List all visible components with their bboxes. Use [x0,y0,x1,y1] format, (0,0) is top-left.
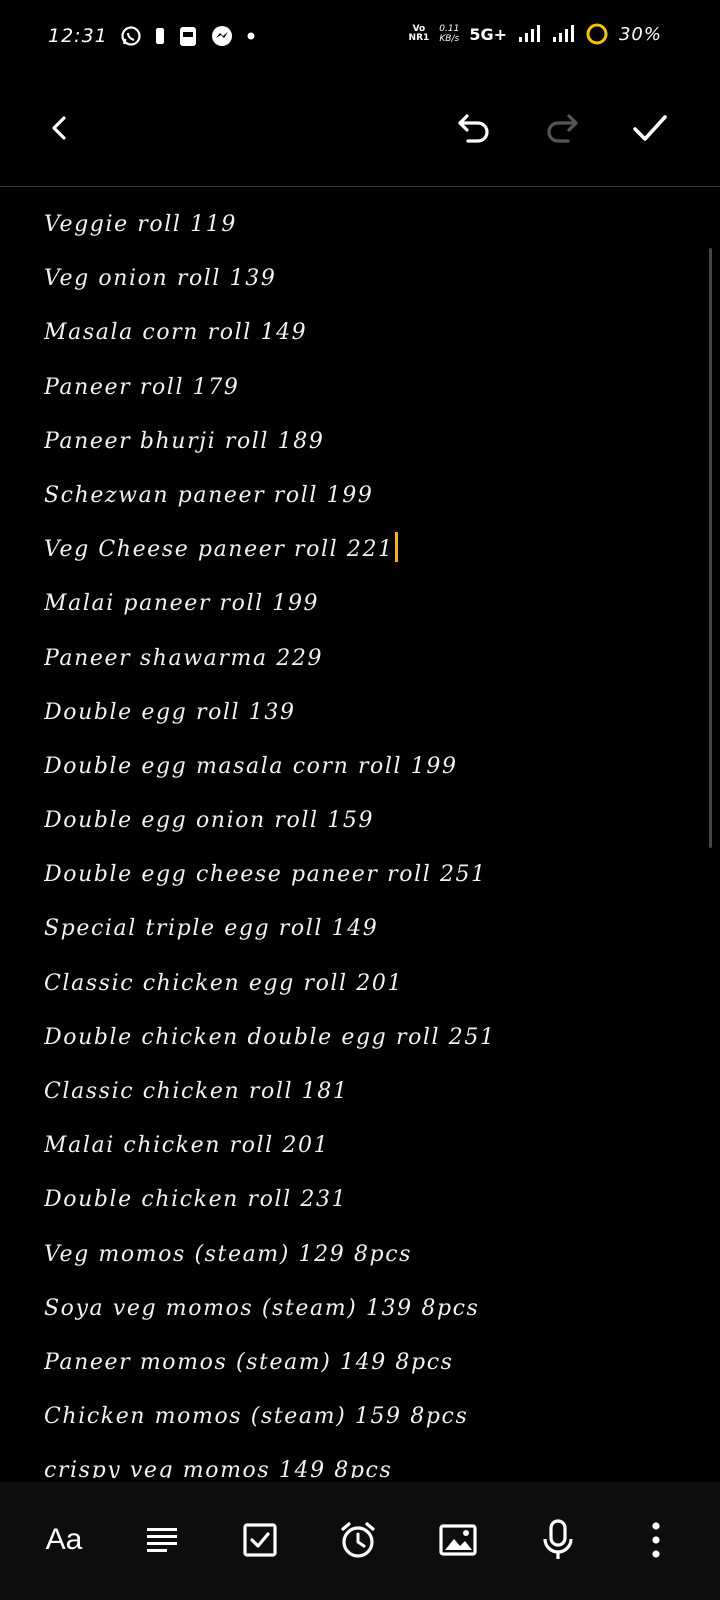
note-line-text: Chicken momos (steam) 159 8pcs [44,1404,469,1430]
whatsapp-icon [120,25,142,47]
text-cursor [394,532,398,563]
redo-button[interactable] [538,104,586,152]
note-line[interactable]: Paneer momos (steam) 149 8pcs [44,1336,684,1390]
note-line[interactable]: Classic chicken roll 181 [44,1065,684,1119]
note-line[interactable]: Veg momos (steam) 129 8pcs [44,1228,684,1282]
note-line[interactable]: Classic chicken egg roll 201 [44,957,684,1011]
sim-icon [154,26,166,46]
messenger-icon [210,24,234,48]
status-time: 12:31 [48,25,108,47]
note-line-text: Veg Cheese paneer roll 221 [44,537,394,563]
chevron-left-icon [52,116,66,140]
note-line[interactable]: Masala corn roll 149 [44,306,684,360]
note-line[interactable]: Malai chicken roll 201 [44,1119,684,1173]
dot-icon [246,31,256,41]
note-line[interactable]: Paneer shawarma 229 [44,632,684,686]
signal-icon-2 [551,24,575,44]
note-line-text: Paneer roll 179 [44,374,240,400]
note-line-text: Double chicken roll 231 [44,1187,348,1213]
network-speed: 0.11 KB/s [439,24,460,44]
note-line-text: Masala corn roll 149 [44,320,308,346]
done-button[interactable] [626,104,674,152]
note-line-text: Paneer bhurji roll 189 [44,428,325,454]
note-line-text: Malai paneer roll 199 [44,591,320,617]
note-line-text: crispy veg momos 149 8pcs [44,1458,393,1478]
note-line[interactable]: Veg Cheese paneer roll 221 [44,523,684,577]
note-line-text: Veg momos (steam) 129 8pcs [44,1241,413,1267]
more-vert-icon [652,1522,660,1558]
note-line[interactable]: Special triple egg roll 149 [44,902,684,956]
note-line[interactable]: Double chicken roll 231 [44,1173,684,1227]
text-format-button[interactable]: Aa [34,1510,94,1570]
note-line-text: Classic chicken egg roll 201 [44,970,404,996]
microphone-icon [543,1519,573,1559]
battery-percent: 30% [618,23,662,45]
note-line[interactable]: Soya veg momos (steam) 139 8pcs [44,1282,684,1336]
note-line-text: Veg onion roll 139 [44,266,277,292]
note-line-text: Double chicken double egg roll 251 [44,1024,496,1050]
network-type: 5G+ [469,24,507,44]
scrollbar[interactable] [709,248,712,848]
note-line[interactable]: Schezwan paneer roll 199 [44,469,684,523]
note-line[interactable]: Double egg onion roll 159 [44,794,684,848]
align-button[interactable] [132,1510,192,1570]
status-right: Vo NR1 0.11 KB/s 5G+ 30% [409,22,662,46]
note-line-text: Schezwan paneer roll 199 [44,482,374,508]
note-line[interactable]: Malai paneer roll 199 [44,577,684,631]
more-options-button[interactable] [626,1510,686,1570]
formatting-toolbar: Aa [0,1482,720,1600]
undo-button[interactable] [450,104,498,152]
battery-saver-icon [178,24,198,48]
note-line[interactable]: Chicken momos (steam) 159 8pcs [44,1390,684,1444]
note-line-text: Double egg roll 139 [44,699,296,725]
note-line-text: Double egg masala corn roll 199 [44,753,458,779]
note-line-text: Paneer momos (steam) 149 8pcs [44,1349,454,1375]
note-line-text: Veggie roll 119 [44,212,237,237]
note-line-text: Soya veg momos (steam) 139 8pcs [44,1295,480,1321]
note-line[interactable]: crispy veg momos 149 8pcs [44,1444,684,1478]
checkbox-icon [243,1523,277,1557]
note-line-text: Double egg cheese paneer roll 251 [44,862,487,888]
undo-icon [458,114,489,143]
editor-toolbar [0,76,720,187]
align-icon [147,1528,177,1552]
checklist-button[interactable] [230,1510,290,1570]
reminder-button[interactable] [328,1510,388,1570]
note-line-text: Paneer shawarma 229 [44,645,324,671]
note-line-text: Special triple egg roll 149 [44,916,379,942]
note-line[interactable]: Paneer roll 179 [44,361,684,415]
check-icon [633,115,667,141]
voice-button[interactable] [528,1510,588,1570]
note-line[interactable]: Veggie roll 119 [44,198,684,252]
alarm-icon [341,1522,375,1558]
image-icon [439,1524,477,1556]
note-line[interactable]: Paneer bhurji roll 189 [44,415,684,469]
volte-indicator: Vo NR1 [408,24,430,43]
text-format-label: Aa [45,1523,83,1556]
note-body[interactable]: Veggie roll 119 Veg onion roll 139 Masala … [44,198,684,1478]
signal-icon [517,24,541,44]
redo-icon [547,114,578,143]
note-line[interactable]: Double egg roll 139 [44,686,684,740]
note-line-text: Double egg onion roll 159 [44,808,375,834]
note-line[interactable]: Double egg masala corn roll 199 [44,740,684,794]
back-button[interactable] [36,104,84,152]
battery-ring-icon [585,22,609,46]
status-bar: 12:31 Vo NR1 0.11 KB/s 5G+ 30% [0,0,720,76]
note-line[interactable]: Double egg cheese paneer roll 251 [44,848,684,902]
image-button[interactable] [428,1510,488,1570]
note-line-text: Malai chicken roll 201 [44,1133,330,1159]
status-left: 12:31 [48,24,256,48]
note-line[interactable]: Veg onion roll 139 [44,252,684,306]
note-line-text: Classic chicken roll 181 [44,1079,349,1104]
note-line[interactable]: Double chicken double egg roll 251 [44,1011,684,1065]
